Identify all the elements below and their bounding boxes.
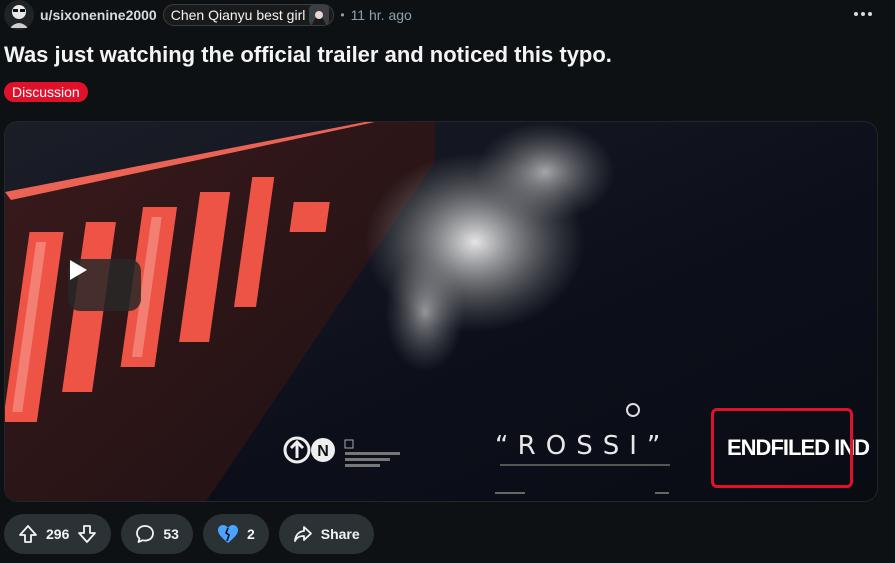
post-actions: 296 53 2 Share [4, 514, 374, 554]
flair-emoji [309, 5, 330, 25]
post-header: u/sixonenine2000 Chen Qianyu best girl •… [4, 0, 895, 30]
comment-count: 53 [163, 526, 179, 542]
award-button[interactable]: 2 [202, 514, 269, 554]
more-icon[interactable] [851, 5, 875, 23]
play-icon [70, 260, 87, 280]
award-count: 2 [246, 526, 255, 542]
comments-button[interactable]: 53 [121, 514, 193, 554]
upvote-icon[interactable] [18, 524, 38, 544]
svg-text:N: N [317, 443, 329, 460]
play-button[interactable] [68, 259, 141, 311]
downvote-icon[interactable] [77, 524, 97, 544]
share-icon [293, 526, 312, 542]
vote-control: 296 [4, 514, 112, 554]
post-title[interactable]: Was just watching the official trailer a… [4, 42, 612, 68]
share-label: Share [320, 526, 360, 542]
flair-text: Chen Qianyu best girl [170, 7, 306, 23]
post-time: 11 hr. ago [350, 7, 412, 23]
award-icon [217, 525, 238, 543]
user-flair: Chen Qianyu best girl [162, 4, 335, 26]
separator-dot: • [340, 8, 345, 22]
comment-icon [136, 525, 155, 543]
video-caption-rossi: “ROSSI” [495, 431, 671, 461]
vote-count: 296 [46, 526, 70, 542]
avatar[interactable] [4, 0, 34, 30]
video-player[interactable]: N “ROSSI” ENDFILED IND [4, 121, 878, 502]
share-button[interactable]: Share [278, 514, 374, 554]
typo-highlight-box [711, 408, 853, 488]
username[interactable]: u/sixonenine2000 [40, 7, 157, 23]
post-flair-tag[interactable]: Discussion [4, 82, 88, 102]
